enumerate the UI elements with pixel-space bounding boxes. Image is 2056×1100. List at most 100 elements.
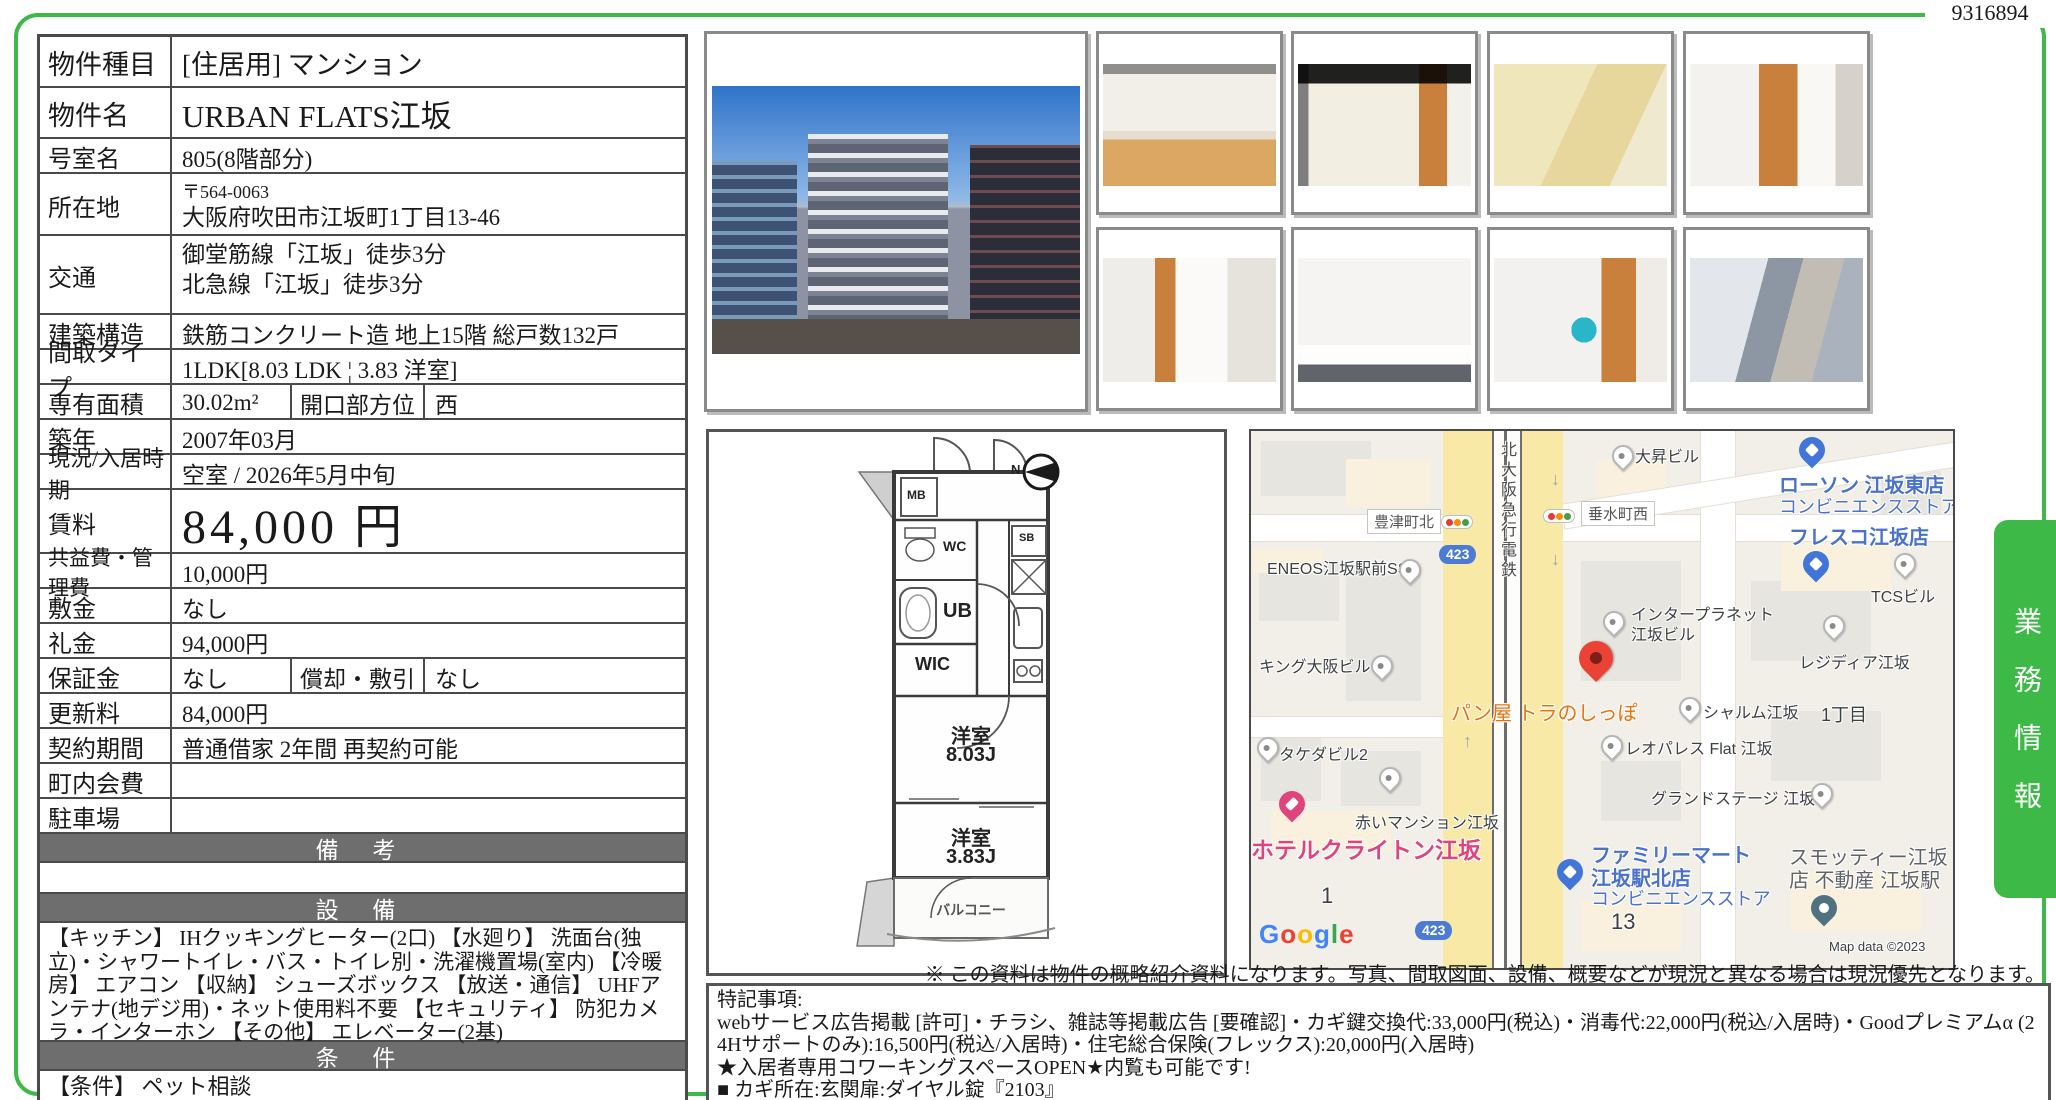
- table-row: 敷金 なし: [40, 587, 685, 622]
- route-shield-423: 423: [1415, 921, 1452, 940]
- row-value: 805(8階部分): [172, 139, 685, 172]
- photo-room-interior: [1096, 31, 1283, 215]
- row-value: [172, 799, 685, 832]
- table-row: 現況/入居時期 空室 / 2026年5月中旬: [40, 453, 685, 488]
- poi-pin-icon: [1596, 730, 1627, 761]
- google-letter: e: [1339, 919, 1354, 949]
- table-row: 礼金 94,000円: [40, 622, 685, 657]
- floorplan-sb-label: SB: [1019, 532, 1034, 544]
- notes-value: [40, 863, 56, 892]
- special-notes-box: 特記事項: webサービス広告掲載 [許可]・チラシ、雑誌等掲載広告 [要確認]…: [706, 983, 2051, 1100]
- map-railway-label: 北大阪急行電鉄: [1494, 441, 1518, 581]
- traffic-signal-icon: [1543, 509, 1575, 523]
- special-notes-line: 4Hサポートのみ):16,500円(税込/入居時)・住宅総合保険(フレックス):…: [717, 1034, 2040, 1057]
- google-logo: Google: [1259, 919, 1355, 950]
- photo-bathroom: [1487, 31, 1674, 215]
- poi-label: 店 不動産 江坂駅: [1789, 864, 1940, 893]
- google-letter: o: [1280, 919, 1297, 949]
- row-value: 西: [425, 385, 685, 418]
- poi-label: レオパレス Flat 江坂: [1625, 735, 1773, 759]
- row-label: 駐車場: [40, 799, 172, 832]
- road-arrow-down: ↓: [1551, 549, 1560, 570]
- access-line: 北急線「江坂」徒歩3分: [182, 270, 424, 300]
- row-value: 空室 / 2026年5月中旬: [172, 455, 685, 488]
- poi-label: レジディア江坂: [1799, 649, 1910, 673]
- junction-label: 垂水町西: [1581, 501, 1655, 526]
- poi-label: フレスコ江坂店: [1789, 521, 1929, 550]
- table-row: 物件種目 [住居用] マンション: [40, 37, 685, 86]
- floorplan-panel: MB WC SB UB WIC 洋室 8.03J 洋室 3.83J バルコニー …: [706, 429, 1227, 976]
- table-row: 物件名 URBAN FLATS江坂: [40, 86, 685, 137]
- poi-pin-icon: [1889, 548, 1920, 579]
- row-label: 町内会費: [40, 764, 172, 797]
- building-photo-sky: [712, 86, 1080, 354]
- table-row: 所在地 〒564-0063 大阪府吹田市江坂町1丁目13-46: [40, 172, 685, 234]
- row-label: 号室名: [40, 139, 172, 172]
- photo-balcony: [1683, 227, 1870, 411]
- business-info-tab-label: 業務情報: [2005, 579, 2045, 839]
- floorplan-room1-size: 8.03J: [894, 744, 1048, 767]
- google-letter: g: [1314, 919, 1331, 949]
- block-number: 13: [1611, 909, 1635, 935]
- poi-label: シャルム江坂: [1703, 699, 1799, 723]
- photo-kitchen: [1291, 31, 1478, 215]
- poi-label: 大昇ビル: [1635, 443, 1699, 467]
- equipment-header-band: 設 備: [40, 892, 685, 921]
- photo-hallway: [1096, 227, 1283, 411]
- floorplan-balcony-label: バルコニー: [894, 900, 1048, 920]
- row-value: なし: [425, 659, 685, 692]
- photo-building-exterior: [704, 31, 1088, 412]
- row-value: URBAN FLATS江坂: [172, 88, 685, 137]
- row-value: 2007年03月: [172, 420, 685, 453]
- equipment-text: 【キッチン】 IHクッキングヒーター(2口) 【水廻り】 洗面台(独立)・シャワ…: [40, 923, 685, 1040]
- row-label: 契約期間: [40, 729, 172, 762]
- row-label: 間取タイプ: [40, 350, 172, 383]
- closet-photo: [1690, 64, 1863, 186]
- row-value: 大阪府吹田市江坂町1丁目13-46: [182, 205, 500, 231]
- row-label: 礼金: [40, 624, 172, 657]
- notes-empty-row: [40, 861, 685, 892]
- floorplan-north-label: N: [1011, 462, 1020, 477]
- rent-value: 84,000 円: [172, 490, 685, 552]
- balcony-photo: [1690, 258, 1863, 382]
- special-notes-line: ★入居者専用コワーキングスペースOPEN★内覧も可能です!: [717, 1057, 2040, 1080]
- row-value: 84,000円: [172, 694, 685, 727]
- photo-closet-door: [1683, 31, 1870, 215]
- photo-washbasin: [1487, 227, 1674, 411]
- row-value: 1LDK[8.03 LDK ¦ 3.83 洋室]: [172, 350, 685, 383]
- equipment-row: 【キッチン】 IHクッキングヒーター(2口) 【水廻り】 洗面台(独立)・シャワ…: [40, 921, 685, 1040]
- location-map: 北大阪急行電鉄 ↓ ↓ ↑ 豊津町北 垂水町西 423 423 大昇ビル ローソ…: [1249, 429, 1955, 970]
- floorplan-wic-label: WIC: [915, 654, 950, 675]
- postal-code: 〒564-0063: [182, 179, 269, 205]
- table-row: 号室名 805(8階部分): [40, 137, 685, 172]
- bathroom-photo: [1494, 64, 1667, 186]
- notes-header-band: 備 考: [40, 832, 685, 861]
- table-row: 町内会費: [40, 762, 685, 797]
- floorplan-room2-size: 3.83J: [894, 846, 1048, 869]
- table-row: 専有面積 30.02m² 開口部方位 西: [40, 383, 685, 418]
- row-label: 物件名: [40, 88, 172, 137]
- hallway-photo: [1103, 258, 1276, 382]
- table-row: 間取タイプ 1LDK[8.03 LDK ¦ 3.83 洋室]: [40, 348, 685, 383]
- document-number: 9316894: [1925, 0, 2055, 28]
- table-row: 契約期間 普通借家 2年間 再契約可能: [40, 727, 685, 762]
- row-value: なし: [172, 659, 290, 692]
- map-block: [1346, 459, 1431, 507]
- floorplan-mb-label: MB: [907, 488, 926, 502]
- poi-label: ホテルクライトン江坂: [1251, 831, 1481, 865]
- room-photo: [1103, 64, 1276, 186]
- traffic-signal-icon: [1441, 515, 1473, 529]
- special-notes-title: 特記事項:: [717, 989, 2040, 1012]
- row-value: 鉄筋コンクリート造 地上15階 総戸数132戸: [172, 315, 685, 348]
- row-label: 物件種目: [40, 37, 172, 86]
- poi-label: タケダビル2: [1279, 741, 1368, 765]
- map-copyright: Map data ©2023: [1829, 939, 1925, 954]
- floorplan-ub-label: UB: [943, 600, 972, 623]
- toilet-photo: [1298, 258, 1471, 382]
- table-row: 交通 御堂筋線「江坂」徒歩3分 北急線「江坂」徒歩3分: [40, 234, 685, 313]
- row-value: 普通借家 2年間 再契約可能: [172, 729, 685, 762]
- block-number: 1: [1321, 883, 1333, 909]
- row-value: 10,000円: [172, 554, 685, 587]
- poi-label: コンビニエンスストア: [1779, 493, 1955, 519]
- google-letter: l: [1331, 919, 1339, 949]
